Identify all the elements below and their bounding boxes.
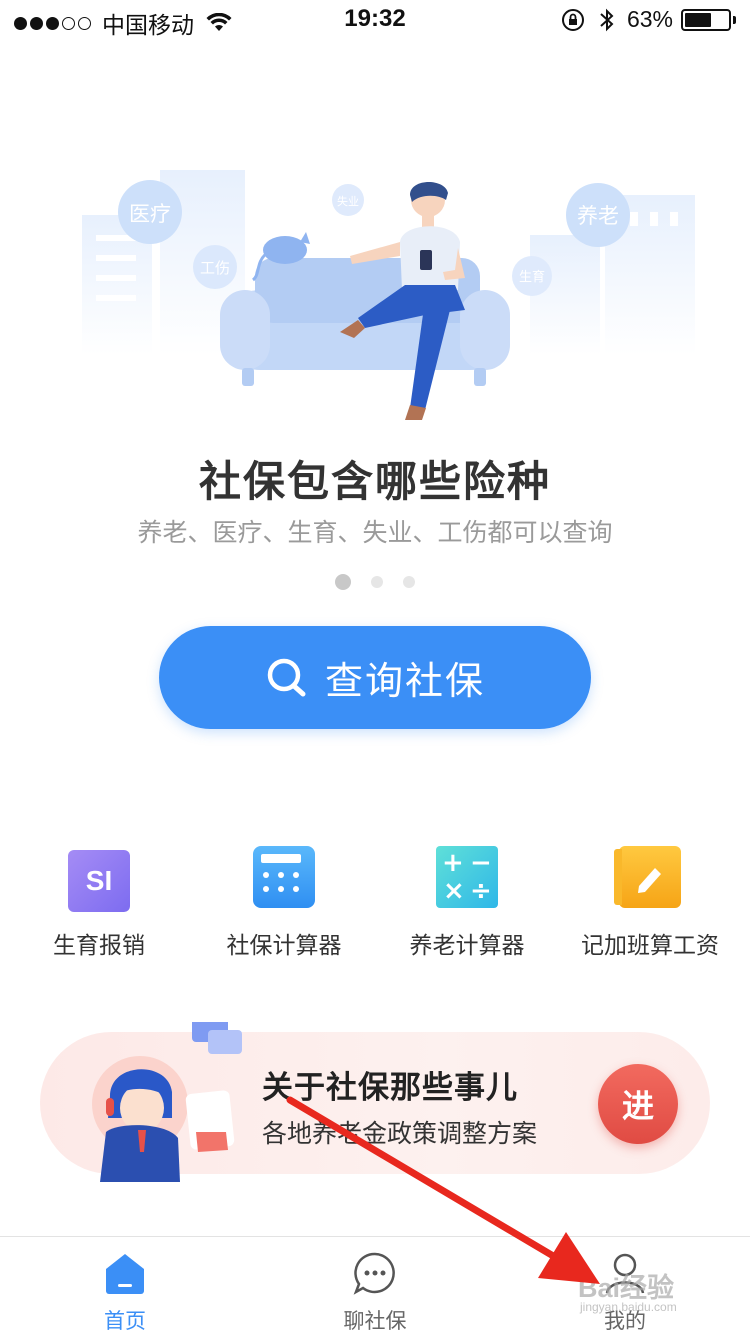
banner-title: 社保包含哪些险种 [198,457,551,506]
tab-chat[interactable]: 聊社保 [250,1237,500,1334]
banner-subtitle: 养老、医疗、生育、失业、工伤都可以查询 [137,518,613,547]
svg-text:生育: 生育 [519,269,545,285]
svg-text:失业: 失业 [337,195,359,208]
tool-maternity-reimbursement[interactable]: SI 生育报销 [9,846,189,960]
tool-social-insurance-calculator[interactable]: 社保计算器 [194,846,374,960]
notebook-pencil-icon [614,846,681,908]
svg-text:工伤: 工伤 [200,259,230,277]
math-symbols-icon: + − × ÷ [436,846,498,908]
carousel-dots [0,574,750,590]
watermark-url: jingyan.baidu.com [580,1300,677,1314]
tool-label: 生育报销 [53,933,145,959]
battery-icon [681,8,731,31]
calculator-icon [253,846,315,908]
tab-label: 聊社保 [343,1309,407,1333]
bubble-medical: 医疗 [118,180,182,244]
home-icon [106,1254,144,1294]
bubble-unemployment: 失业 [332,184,364,216]
customer-service-illustration [92,1022,242,1182]
chat-bubble-icon [353,1252,395,1295]
tool-label: 社保计算器 [226,933,342,959]
promo-card[interactable]: 关于社保那些事儿 各地养老金政策调整方案 进 [40,1022,710,1182]
tool-overtime-wage[interactable]: 记加班算工资 [560,846,740,960]
tool-label: 养老计算器 [409,933,525,959]
svg-text:医疗: 医疗 [129,202,171,226]
tools-row: SI 生育报销 社保计算器 + − × ÷ 养老计算器 记加班算工资 [0,846,750,966]
bubble-injury: 工伤 [193,245,237,289]
promo-title: 关于社保那些事儿 [262,1070,518,1106]
enter-button-label: 进 [621,1087,654,1125]
search-icon [267,658,306,696]
battery-cap [733,15,736,24]
tool-pension-calculator[interactable]: + − × ÷ 养老计算器 [377,846,557,960]
svg-text:养老: 养老 [577,204,619,228]
tool-label: 记加班算工资 [581,933,719,959]
promo-subtitle: 各地养老金政策调整方案 [262,1119,538,1148]
bubble-maternity: 生育 [512,256,552,296]
status-bar-right: 63% [561,6,736,33]
banner-illustration[interactable]: 医疗 工伤 失业 养老 生育 [60,150,700,440]
carousel-dot[interactable] [371,576,383,588]
tab-label: 首页 [104,1309,146,1333]
query-social-insurance-button[interactable]: 查询社保 [159,626,591,729]
battery-level [685,12,711,27]
orientation-lock-icon [561,8,584,31]
battery-percent: 63% [626,6,673,32]
bluetooth-icon [600,8,614,31]
si-icon: SI [68,850,130,912]
enter-button[interactable]: 进 [598,1064,678,1144]
carousel-dot[interactable] [335,574,351,590]
carousel-dot[interactable] [403,576,415,588]
query-button-label: 查询社保 [324,659,485,703]
bubble-pension: 养老 [566,183,630,247]
status-bar: 中国移动 19:32 63% [0,0,750,40]
tab-home[interactable]: 首页 [0,1237,250,1334]
